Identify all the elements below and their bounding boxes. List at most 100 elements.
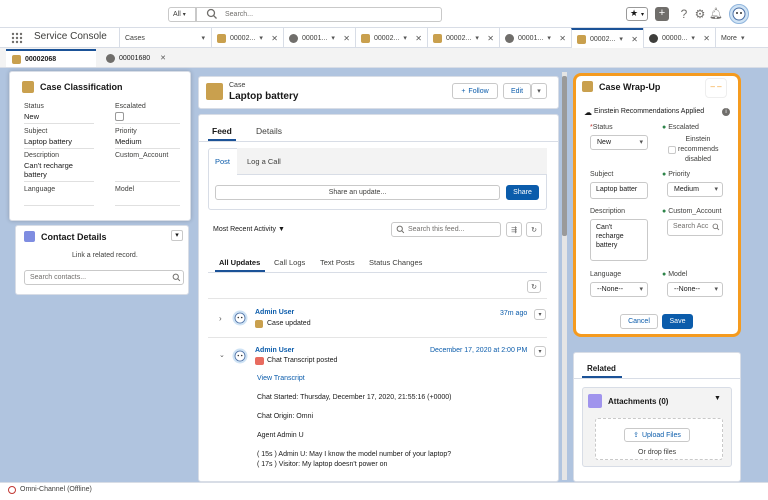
close-icon[interactable]: ✕ [559,34,566,43]
tab-feed[interactable]: Feed [212,126,232,136]
close-icon[interactable]: ✕ [415,34,422,43]
divider [208,337,547,338]
related-tab[interactable]: Related [587,364,616,373]
chevron-down-icon[interactable]: ▾ [475,34,479,42]
help-icon[interactable]: ? [677,7,691,21]
edit-button[interactable]: Edit [503,83,531,99]
feed-item-menu[interactable]: ▾ [534,346,546,357]
follow-button[interactable]: + Follow [452,83,498,99]
filter-all-updates[interactable]: All Updates [219,258,260,267]
gear-icon[interactable]: ⚙ [693,7,707,21]
tab-info[interactable]: 00000... ▾ ✕ [643,28,715,48]
wrapup-model-select[interactable]: --None-- [667,282,723,297]
bell-icon[interactable]: 🔔︎ [709,7,723,21]
contact-menu-button[interactable]: ▾ [171,230,183,241]
feed-timestamp[interactable]: 37m ago [500,310,527,317]
subtab-00001680[interactable]: 00001680 ✕ [100,49,185,67]
feed-author-link[interactable]: Admin User [255,347,294,354]
filter-text-posts[interactable]: Text Posts [320,258,355,267]
global-actions-plus-icon[interactable]: + [655,7,669,21]
close-icon[interactable]: ✕ [631,35,638,44]
close-icon[interactable]: ✕ [343,34,350,43]
chevron-down-icon[interactable]: ▾ [331,34,335,42]
refresh-feed-icon[interactable]: ↻ [527,280,541,293]
transcript-line: Chat Origin: Omni [257,413,314,420]
avatar [232,310,248,326]
drop-files-text: Or drop files [638,449,677,456]
wrapup-description-textarea[interactable]: Can't recharge battery [590,219,648,261]
minimize-icon[interactable]: – – [705,78,727,98]
attachment-icon [588,394,602,408]
tab-chat[interactable]: 00001... ▾ ✕ [283,28,355,48]
divider [115,181,180,182]
contact-search-input[interactable]: Search contacts... [24,270,184,285]
chevron-down-icon[interactable]: ▾ [619,35,623,43]
feed-item-menu[interactable]: ▾ [534,309,546,320]
sort-dropdown[interactable]: Most Recent Activity ▼ [213,226,285,233]
scrollbar-thumb[interactable] [562,76,567,236]
close-icon[interactable]: ✕ [487,34,494,43]
chevron-down-icon[interactable]: ▾ [547,34,551,42]
favorites-button[interactable]: ★ ▾ [626,7,648,21]
info-icon[interactable]: i [722,108,730,116]
close-icon[interactable]: ✕ [160,54,166,62]
collapse-chevron-icon[interactable]: ⌄ [219,351,225,359]
wrapup-subject-input[interactable]: Laptop batter [590,182,648,199]
filter-icon[interactable]: ⇶ [506,222,522,237]
record-actions-menu[interactable]: ▾ [531,83,547,99]
tab-case[interactable]: 00002... ▾ ✕ [211,28,283,48]
tab-case[interactable]: 00002... ▾ ✕ [427,28,499,48]
global-search-input[interactable]: Search... [196,7,442,22]
transcript-line: Agent Admin U [257,432,304,439]
cancel-button[interactable]: Cancel [620,314,658,329]
app-launcher-icon[interactable] [11,32,23,44]
feed-timestamp[interactable]: December 17, 2020 at 2:00 PM [430,347,527,354]
more-tabs-button[interactable]: More ▾ [715,28,768,48]
chat-transcript-icon [255,357,264,365]
omni-channel-button[interactable]: Omni-Channel (Offline) [20,486,92,493]
search-icon [206,8,217,19]
search-scope-select[interactable]: All ▾ [168,7,196,22]
tab-details[interactable]: Details [256,126,282,136]
tab-label: 00002... [446,34,472,42]
post-tab[interactable]: Post [215,157,230,166]
filter-call-logs[interactable]: Call Logs [274,258,305,267]
wrapup-priority-select[interactable]: Medium [667,182,723,197]
description-value-line2: battery [24,170,47,179]
filter-status-changes[interactable]: Status Changes [369,258,422,267]
wrapup-language-select[interactable]: --None-- [590,282,648,297]
refresh-icon[interactable]: ↻ [526,222,542,237]
escalated-checkbox[interactable] [668,146,676,154]
case-wrapup-title: Case Wrap-Up [599,82,661,92]
tab-chat[interactable]: 00001... ▾ ✕ [499,28,571,48]
language-label: Language [24,186,56,193]
share-button[interactable]: Share [506,185,539,200]
case-icon [206,83,223,100]
tab-cases[interactable]: Cases ▾ [119,28,211,48]
attachments-menu[interactable]: ▼ [714,395,721,402]
share-update-input[interactable]: Share an update... [215,185,500,200]
subtab-00002068[interactable]: 00002068 [6,49,96,67]
feed-search-input[interactable]: Search this feed... [391,222,501,237]
save-button[interactable]: Save [662,314,693,329]
tab-case-active[interactable]: 00002... ▾ ✕ [571,28,643,48]
expand-chevron-icon[interactable]: › [219,314,222,323]
chevron-down-icon[interactable]: ▾ [691,34,695,42]
chevron-down-icon[interactable]: ▾ [259,34,263,42]
wrapup-escalated-label: ● Escalated [662,124,699,131]
close-icon[interactable]: ✕ [271,34,278,43]
view-transcript-link[interactable]: View Transcript [257,375,305,382]
feed-author-link[interactable]: Admin User [255,309,294,316]
record-name: Laptop battery [229,91,299,102]
upload-files-button[interactable]: ⇪ Upload Files [624,428,690,442]
close-icon[interactable]: ✕ [703,34,710,43]
user-avatar[interactable] [729,4,749,24]
log-a-call-tab[interactable]: Log a Call [247,157,281,166]
divider [24,181,94,182]
chevron-down-icon[interactable]: ▾ [403,34,407,42]
tab-label: 00001... [518,34,544,42]
utility-bar [0,482,768,500]
chevron-down-icon[interactable]: ▾ [201,34,205,42]
wrapup-status-select[interactable]: New [590,135,648,150]
tab-case[interactable]: 00002... ▾ ✕ [355,28,427,48]
